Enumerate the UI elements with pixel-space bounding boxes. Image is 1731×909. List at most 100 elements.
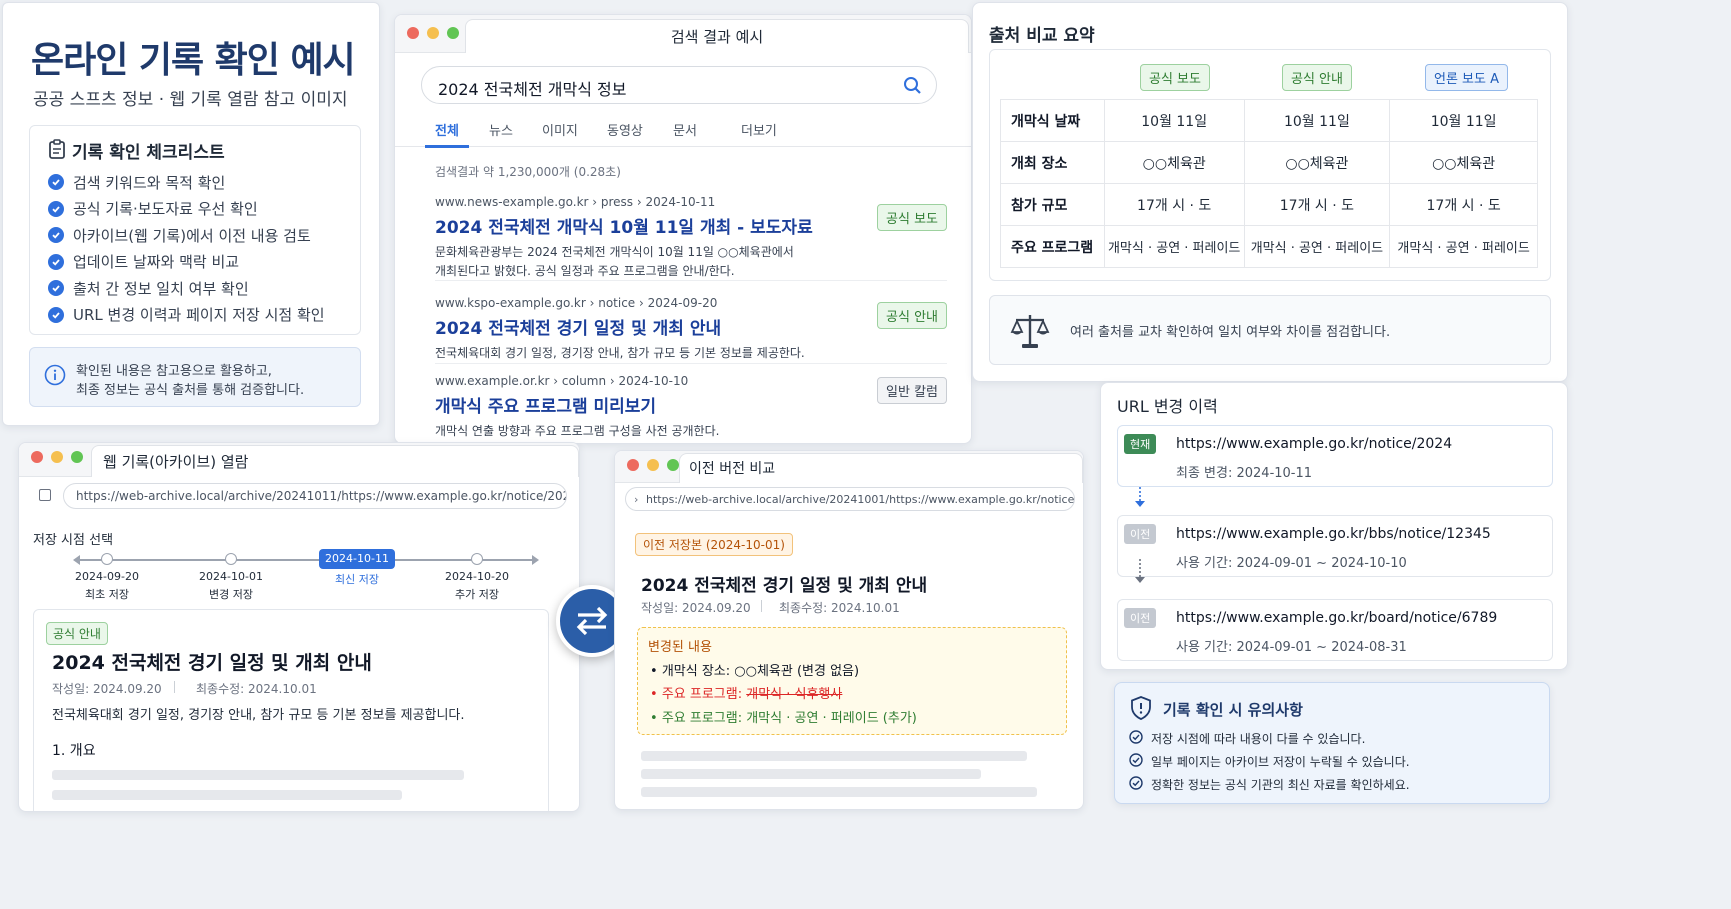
search-window: 검색 결과 예시 2024 전국체전 개막식 정보 전체 뉴스 이미지 동영상 … (394, 14, 972, 444)
url-entry-current[interactable]: 현재 https://www.example.go.kr/notice/2024… (1117, 425, 1553, 487)
url-history-title: URL 변경 이력 (1117, 397, 1218, 416)
down-arrow-icon (1134, 487, 1146, 513)
minimize-window-button[interactable] (427, 27, 439, 39)
tab-more[interactable]: 더보기 (741, 120, 777, 139)
placeholder-text-line (641, 751, 1027, 761)
table-cell: 10월 11일 (1243, 99, 1391, 142)
archive-url-field[interactable]: https://web-archive.local/archive/202410… (63, 483, 567, 509)
url-text[interactable]: https://www.example.go.kr/board/notice/6… (1176, 610, 1497, 626)
previous-snapshot-badge: 이전 저장본 (2024-10-01) (635, 533, 793, 556)
close-window-button[interactable] (627, 459, 639, 471)
archive-window: 웹 기록(아카이브) 열람 https://web-archive.local/… (18, 442, 580, 812)
result-url[interactable]: www.news-example.go.kr › press › 2024-10… (435, 195, 947, 209)
check-circle-icon (48, 200, 64, 217)
search-result: www.kspo-example.go.kr › notice › 2024-0… (435, 296, 947, 364)
timeline-axis (75, 559, 537, 561)
placeholder-text-line (52, 770, 464, 780)
info-box: 확인된 내용은 참고용으로 활용하고, 최종 정보는 공식 출처를 통해 검증합… (29, 347, 361, 407)
changes-box: 변경된 내용 • 개막식 장소: ○○체육관 (변경 없음) • 주요 프로그램… (637, 627, 1067, 735)
result-title[interactable]: 2024 전국체전 경기 일정 및 개최 안내 (435, 314, 947, 339)
document-written-date: 작성일: 2024.09.20 (52, 682, 162, 696)
search-tabs: 전체 뉴스 이미지 동영상 문서 더보기 (395, 115, 971, 148)
minimize-window-button[interactable] (647, 459, 659, 471)
checklist-item: 출처 간 정보 일치 여부 확인 (48, 275, 360, 302)
removed-text: 개막식 · 식후행사 (746, 687, 843, 702)
checklist-title: 기록 확인 체크리스트 (72, 143, 225, 163)
close-window-button[interactable] (407, 27, 419, 39)
info-text-line: 최종 정보는 공식 출처를 통해 검증합니다. (76, 383, 305, 398)
maximize-window-button[interactable] (71, 451, 83, 463)
placeholder-text-line (52, 790, 402, 800)
url-history-card: URL 변경 이력 현재 https://www.example.go.kr/n… (1100, 382, 1568, 670)
url-entry-previous[interactable]: 이전 https://www.example.go.kr/board/notic… (1117, 599, 1553, 661)
compare-note-text: 여러 출처를 교차 확인하여 일치 여부와 차이를 점검합니다. (1070, 325, 1391, 340)
url-meta: 사용 기간: 2024-09-01 ~ 2024-08-31 (1176, 640, 1407, 655)
row-label: 개막식 날짜 (1000, 99, 1105, 142)
minimize-window-button[interactable] (51, 451, 63, 463)
meta-divider (761, 600, 762, 612)
caution-card: 기록 확인 시 유의사항 저장 시점에 따라 내용이 다를 수 있습니다. 일부… (1114, 682, 1550, 804)
column-header-media-a: 언론 보도 A (1425, 64, 1508, 91)
change-item-added: • 주요 프로그램: 개막식 · 공연 · 퍼레이드 (추가) (650, 711, 917, 726)
shield-icon (1129, 695, 1153, 725)
archive-url-text: https://web-archive.local/archive/202410… (76, 489, 567, 503)
snapshot-date: 2024-10-20 (445, 570, 509, 583)
maximize-window-button[interactable] (667, 459, 679, 471)
changes-title: 변경된 내용 (648, 640, 712, 655)
close-window-button[interactable] (31, 451, 43, 463)
tab-news[interactable]: 뉴스 (489, 120, 513, 139)
snapshot-date: 2024-09-20 (75, 570, 139, 583)
current-badge: 현재 (1124, 434, 1157, 454)
search-icon[interactable] (903, 76, 922, 99)
placeholder-text-line (641, 769, 981, 779)
page-subtitle: 공공 스프츠 정보 · 웹 기록 열람 참고 이미지 (33, 90, 348, 110)
tab-documents[interactable]: 문서 (673, 120, 697, 139)
previous-badge: 이전 (1124, 608, 1157, 628)
timeline: 2024-09-20 최초 저장 2024-10-01 변경 저장 2024-1… (73, 549, 539, 613)
page-title: 온라인 기록 확인 예시 (31, 40, 356, 81)
url-meta: 사용 기간: 2024-09-01 ~ 2024-10-10 (1176, 556, 1407, 571)
url-meta: 최종 변경: 2024-10-11 (1176, 466, 1313, 481)
timeline-left-arrow (73, 555, 80, 565)
bookmark-checkbox[interactable] (39, 489, 51, 501)
tab-videos[interactable]: 동영상 (607, 120, 643, 139)
url-text[interactable]: https://www.example.go.kr/notice/2024 (1176, 436, 1452, 452)
result-title[interactable]: 2024 전국체전 개막식 10월 11일 개최 - 보도자료 (435, 213, 947, 238)
check-circle-icon (48, 253, 64, 270)
maximize-window-button[interactable] (447, 27, 459, 39)
tab-images[interactable]: 이미지 (542, 120, 578, 139)
tab-all[interactable]: 전체 (435, 120, 459, 139)
down-arrow-icon (1134, 559, 1146, 589)
previous-badge: 이전 (1124, 524, 1157, 544)
search-bar[interactable]: 2024 전국체전 개막식 정보 (421, 66, 937, 104)
active-tab-underline (425, 145, 469, 148)
search-input[interactable]: 2024 전국체전 개막식 정보 (438, 76, 626, 100)
check-circle-icon (1129, 775, 1143, 794)
result-description: 개막식 연출 방향과 주요 프로그램 구성을 사전 공개한다. (435, 424, 720, 438)
checklist-item-label: 검색 키워드와 목적 확인 (73, 173, 226, 192)
url-text[interactable]: https://www.example.go.kr/bbs/notice/123… (1176, 526, 1491, 542)
checklist-item: URL 변경 이력과 페이지 저장 시점 확인 (48, 302, 360, 329)
result-url[interactable]: www.example.or.kr › column › 2024-10-10 (435, 374, 947, 388)
table-cell: 10월 11일 (1389, 99, 1538, 142)
checklist-item-label: URL 변경 이력과 페이지 저장 시점 확인 (73, 306, 325, 325)
caution-item-text: 저장 시점에 따라 내용이 다를 수 있습니다. (1151, 732, 1366, 746)
source-tag-badge: 공식 안내 (877, 302, 947, 329)
result-title[interactable]: 개막식 주요 프로그램 미리보기 (435, 392, 947, 417)
check-circle-icon (48, 227, 64, 244)
scale-icon (1010, 312, 1050, 354)
row-label: 참가 규모 (1000, 183, 1105, 226)
result-url[interactable]: www.kspo-example.go.kr › notice › 2024-0… (435, 296, 947, 310)
table-row: 주요 프로그램 개막식 · 공연 · 퍼레이드 개막식 · 공연 · 퍼레이드 개막식… (1000, 225, 1538, 268)
previous-url-field[interactable]: › https://web-archive.local/archive/2024… (625, 487, 1075, 511)
document-modified-date: 최종수정: 2024.10.01 (779, 601, 900, 615)
result-description: 개최된다고 밝혔다. 공식 일정과 주요 프로그램을 안내/한다. (435, 264, 735, 278)
window-title: 웹 기록(아카이브) 열람 (103, 453, 249, 471)
url-entry-previous[interactable]: 이전 https://www.example.go.kr/bbs/notice/… (1117, 515, 1553, 577)
change-text: 주요 프로그램: 개막식 · 공연 · 퍼레이드 (추가) (661, 711, 917, 726)
snapshot-date: 2024-10-01 (199, 570, 263, 583)
change-item-removed: • 주요 프로그램: 개막식 · 식후행사 (650, 687, 843, 702)
table-cell: 17개 시 · 도 (1243, 183, 1391, 226)
compare-table: 개막식 날짜 10월 11일 10월 11일 10월 11일 개최 장소 ○○체육관 ○○… (1000, 99, 1538, 268)
source-tag-badge: 공식 안내 (46, 622, 108, 645)
